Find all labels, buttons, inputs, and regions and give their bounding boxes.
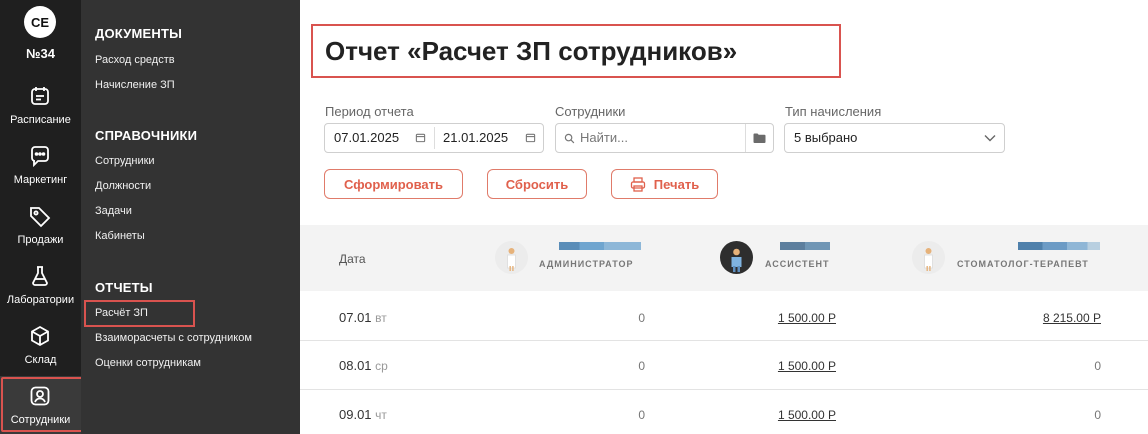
cell-amount-link[interactable]: 8 215.00 Р — [1000, 311, 1101, 325]
employee-avatar — [495, 241, 528, 274]
employee-search-field[interactable]: Найти... — [555, 123, 774, 153]
section-title-documents: ДОКУМЕНТЫ — [95, 26, 183, 41]
cell-value: 0 — [638, 359, 645, 373]
calendar-icon — [415, 133, 426, 143]
employee-name-blurred — [780, 242, 830, 250]
rail-item-label: Склад — [24, 354, 57, 366]
person-illustration-icon — [507, 248, 516, 271]
date-from-value: 07.01.2025 — [334, 130, 400, 145]
submenu-link-positions[interactable]: Должности — [95, 180, 151, 192]
row-divider — [300, 340, 1148, 341]
tag-icon — [30, 207, 51, 228]
cell-value: 0 — [1094, 408, 1101, 422]
page-title: Отчет «Расчет ЗП сотрудников» — [325, 36, 738, 66]
row-weekday: вт — [375, 311, 387, 325]
accrual-type-select[interactable]: 5 выбрано — [784, 123, 1005, 153]
cell-value: 0 — [638, 408, 645, 422]
print-button-label: Печать — [653, 176, 700, 192]
employee-name-blurred — [559, 242, 641, 250]
search-icon — [564, 133, 575, 144]
section-title-reports: ОТЧЕТЫ — [95, 280, 153, 295]
employee-name-blurred — [1018, 242, 1100, 250]
cell-amount-link[interactable]: 1 500.00 Р — [740, 359, 836, 373]
flask-icon — [32, 266, 48, 286]
search-divider — [745, 124, 746, 152]
submenu: ДОКУМЕНТЫ Расход средств Начисление ЗП С… — [81, 0, 300, 434]
rail-header: СЕ №34 — [0, 0, 81, 74]
rail-item-marketing[interactable]: Маркетинг — [0, 134, 81, 194]
reset-button[interactable]: Сбросить — [487, 169, 587, 199]
rail-item-label: Продажи — [17, 234, 64, 246]
date-to-input[interactable]: 21.01.2025 — [435, 124, 543, 152]
generate-button-label: Сформировать — [343, 176, 444, 192]
generate-button[interactable]: Сформировать — [324, 169, 463, 199]
cell-amount-link[interactable]: 1 500.00 Р — [740, 408, 836, 422]
clinic-number[interactable]: №34 — [0, 46, 81, 61]
rail-item-sales[interactable]: Продажи — [0, 194, 81, 254]
row-date: 08.01 ср — [339, 358, 388, 373]
row-date: 07.01 вт — [339, 310, 387, 325]
print-button[interactable]: Печать — [611, 169, 718, 199]
chat-icon — [31, 146, 49, 168]
accrual-type-label: Тип начисления — [785, 104, 882, 119]
submenu-link-expenses[interactable]: Расход средств — [95, 54, 175, 66]
row-weekday: чт — [375, 408, 387, 422]
submenu-link-settlements[interactable]: Взаиморасчеты с сотрудником — [95, 332, 252, 344]
date-to-value: 21.01.2025 — [443, 130, 509, 145]
employee-role: СТОМАТОЛОГ-ТЕРАПЕВТ — [957, 259, 1089, 269]
accrual-type-value: 5 выбрано — [794, 130, 858, 145]
reset-button-label: Сбросить — [505, 176, 569, 192]
rail-item-label: Маркетинг — [13, 174, 68, 186]
row-date-value: 07.01 — [339, 310, 372, 325]
submenu-link-ratings[interactable]: Оценки сотрудникам — [95, 357, 201, 369]
search-placeholder: Найти... — [580, 130, 628, 145]
person-illustration-icon — [731, 248, 742, 272]
highlight-frame — [1, 377, 84, 432]
box-icon — [31, 325, 49, 347]
rail-item-labs[interactable]: Лаборатории — [0, 254, 81, 314]
submenu-link-payroll-accrual[interactable]: Начисление ЗП — [95, 79, 175, 91]
date-column-header: Дата — [339, 252, 366, 266]
row-date-value: 09.01 — [339, 407, 372, 422]
row-divider — [300, 389, 1148, 390]
cell-amount-link[interactable]: 1 500.00 Р — [740, 311, 836, 325]
employee-avatar — [720, 241, 753, 274]
employee-role: АССИСТЕНТ — [765, 259, 830, 269]
calendar-icon — [525, 133, 536, 143]
row-date-value: 08.01 — [339, 358, 372, 373]
highlight-frame — [84, 300, 195, 327]
submenu-link-tasks[interactable]: Задачи — [95, 205, 132, 217]
left-rail: СЕ №34 Расписание Маркетинг Продажи Лабо… — [0, 0, 81, 434]
rail-item-schedule[interactable]: Расписание — [0, 74, 81, 134]
person-illustration-icon — [924, 248, 933, 271]
row-weekday: ср — [375, 359, 388, 373]
employee-role: АДМИНИСТРАТОР — [539, 259, 634, 269]
section-title-references: СПРАВОЧНИКИ — [95, 128, 198, 143]
employees-label: Сотрудники — [555, 104, 626, 119]
avatar[interactable]: СЕ — [24, 6, 56, 38]
rail-item-label: Лаборатории — [6, 294, 75, 306]
folder-icon[interactable] — [753, 132, 766, 144]
employee-avatar — [912, 241, 945, 274]
submenu-link-rooms[interactable]: Кабинеты — [95, 230, 145, 242]
rail-item-warehouse[interactable]: Склад — [0, 314, 81, 374]
submenu-link-employees[interactable]: Сотрудники — [95, 155, 155, 167]
period-label: Период отчета — [325, 104, 414, 119]
printer-icon — [630, 176, 645, 192]
calendar-icon — [31, 87, 49, 105]
row-date: 09.01 чт — [339, 407, 387, 422]
date-from-input[interactable]: 07.01.2025 — [325, 124, 434, 152]
chevron-down-icon — [984, 135, 996, 142]
cell-value: 0 — [638, 311, 645, 325]
date-range-picker: 07.01.2025 21.01.2025 — [324, 123, 544, 153]
cell-value: 0 — [1094, 359, 1101, 373]
rail-item-label: Расписание — [10, 114, 71, 126]
